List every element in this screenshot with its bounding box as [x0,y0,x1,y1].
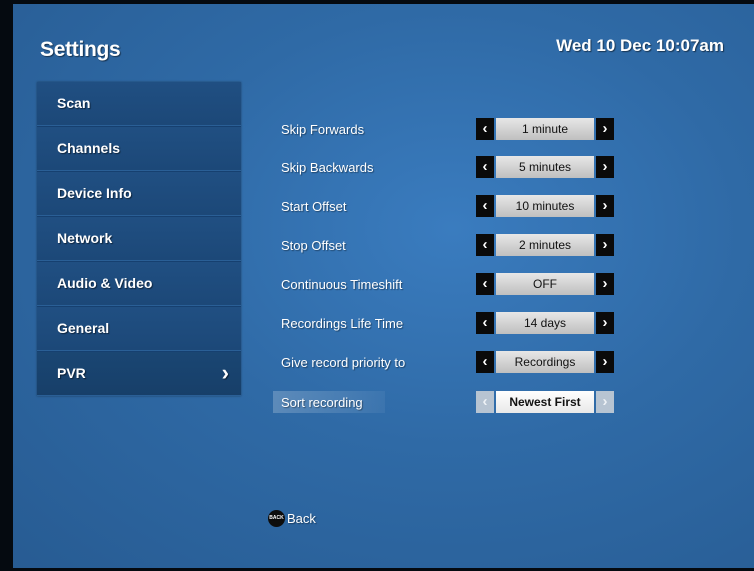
sidebar-item-label: PVR [57,365,86,381]
setting-label: Stop Offset [281,238,346,253]
screen-border-left [0,0,13,571]
recordings-life-time-stepper[interactable]: ‹ 14 days › [476,312,614,334]
setting-label: Continuous Timeshift [281,277,403,292]
skip-forwards-stepper[interactable]: ‹ 1 minute › [476,118,614,140]
back-remote-icon: BACK [268,510,285,528]
sidebar-item-label: Channels [57,140,121,156]
chevron-left-icon[interactable]: ‹ [476,234,494,256]
back-label: Back [287,511,316,527]
setting-value: OFF [496,273,594,295]
setting-row-skip-backwards: Skip Backwards ‹ 5 minutes › [273,156,623,182]
chevron-left-icon[interactable]: ‹ [476,391,494,413]
continuous-timeshift-stepper[interactable]: ‹ OFF › [476,273,614,295]
sidebar-item-audio-video[interactable]: Audio & Video [37,261,241,306]
chevron-left-icon[interactable]: ‹ [476,156,494,178]
setting-row-record-priority: Give record priority to ‹ Recordings › [273,351,623,377]
setting-value: 2 minutes [496,234,594,256]
setting-row-continuous-timeshift: Continuous Timeshift ‹ OFF › [273,273,623,299]
sidebar-item-scan[interactable]: Scan [37,82,241,126]
chevron-left-icon[interactable]: ‹ [476,195,494,217]
chevron-left-icon[interactable]: ‹ [476,312,494,334]
chevron-left-icon[interactable]: ‹ [476,351,494,373]
sidebar-item-label: Audio & Video [57,275,153,291]
setting-row-skip-forwards: Skip Forwards ‹ 1 minute › [273,118,623,144]
sidebar-item-general[interactable]: General [37,306,241,351]
setting-value: 1 minute [496,118,594,140]
sidebar-item-label: General [57,320,110,336]
setting-row-start-offset: Start Offset ‹ 10 minutes › [273,195,623,221]
setting-label: Start Offset [281,199,347,214]
screen-border-top [0,0,754,4]
sidebar-item-pvr[interactable]: PVR › [37,351,241,396]
sidebar-item-network[interactable]: Network [37,216,241,261]
setting-label: Skip Forwards [281,122,365,137]
chevron-right-icon[interactable]: › [596,234,614,256]
stop-offset-stepper[interactable]: ‹ 2 minutes › [476,234,614,256]
skip-backwards-stepper[interactable]: ‹ 5 minutes › [476,156,614,178]
record-priority-stepper[interactable]: ‹ Recordings › [476,351,614,373]
setting-value: 10 minutes [496,195,594,217]
sidebar-item-label: Network [57,230,113,246]
settings-sidebar: Scan Channels Device Info Network Audio … [37,82,241,396]
setting-value: Newest First [496,391,594,413]
chevron-right-icon[interactable]: › [596,195,614,217]
sidebar-item-label: Scan [57,95,91,111]
setting-row-stop-offset: Stop Offset ‹ 2 minutes › [273,234,623,260]
sidebar-item-label: Device Info [57,185,132,201]
setting-value: Recordings [496,351,594,373]
start-offset-stepper[interactable]: ‹ 10 minutes › [476,195,614,217]
datetime-display: Wed 10 Dec 10:07am [556,36,724,55]
chevron-right-icon[interactable]: › [596,312,614,334]
sort-recording-stepper[interactable]: ‹ Newest First › [476,391,614,413]
chevron-right-icon: › [221,360,229,385]
chevron-right-icon[interactable]: › [596,351,614,373]
setting-value: 14 days [496,312,594,334]
back-button[interactable]: BACK Back [268,510,316,528]
chevron-right-icon[interactable]: › [596,273,614,295]
setting-label: Skip Backwards [281,160,374,175]
chevron-left-icon[interactable]: ‹ [476,273,494,295]
setting-value: 5 minutes [496,156,594,178]
sidebar-item-channels[interactable]: Channels [37,126,241,171]
page-title: Settings [40,38,121,61]
setting-row-recordings-life-time: Recordings Life Time ‹ 14 days › [273,312,623,338]
setting-label: Give record priority to [281,355,406,370]
sidebar-item-device-info[interactable]: Device Info [37,171,241,216]
chevron-right-icon[interactable]: › [596,156,614,178]
chevron-right-icon[interactable]: › [596,391,614,413]
setting-label: Sort recording [281,395,363,410]
setting-label: Recordings Life Time [281,316,404,331]
setting-row-sort-recording: Sort recording ‹ Newest First › [273,391,623,417]
chevron-left-icon[interactable]: ‹ [476,118,494,140]
chevron-right-icon[interactable]: › [596,118,614,140]
